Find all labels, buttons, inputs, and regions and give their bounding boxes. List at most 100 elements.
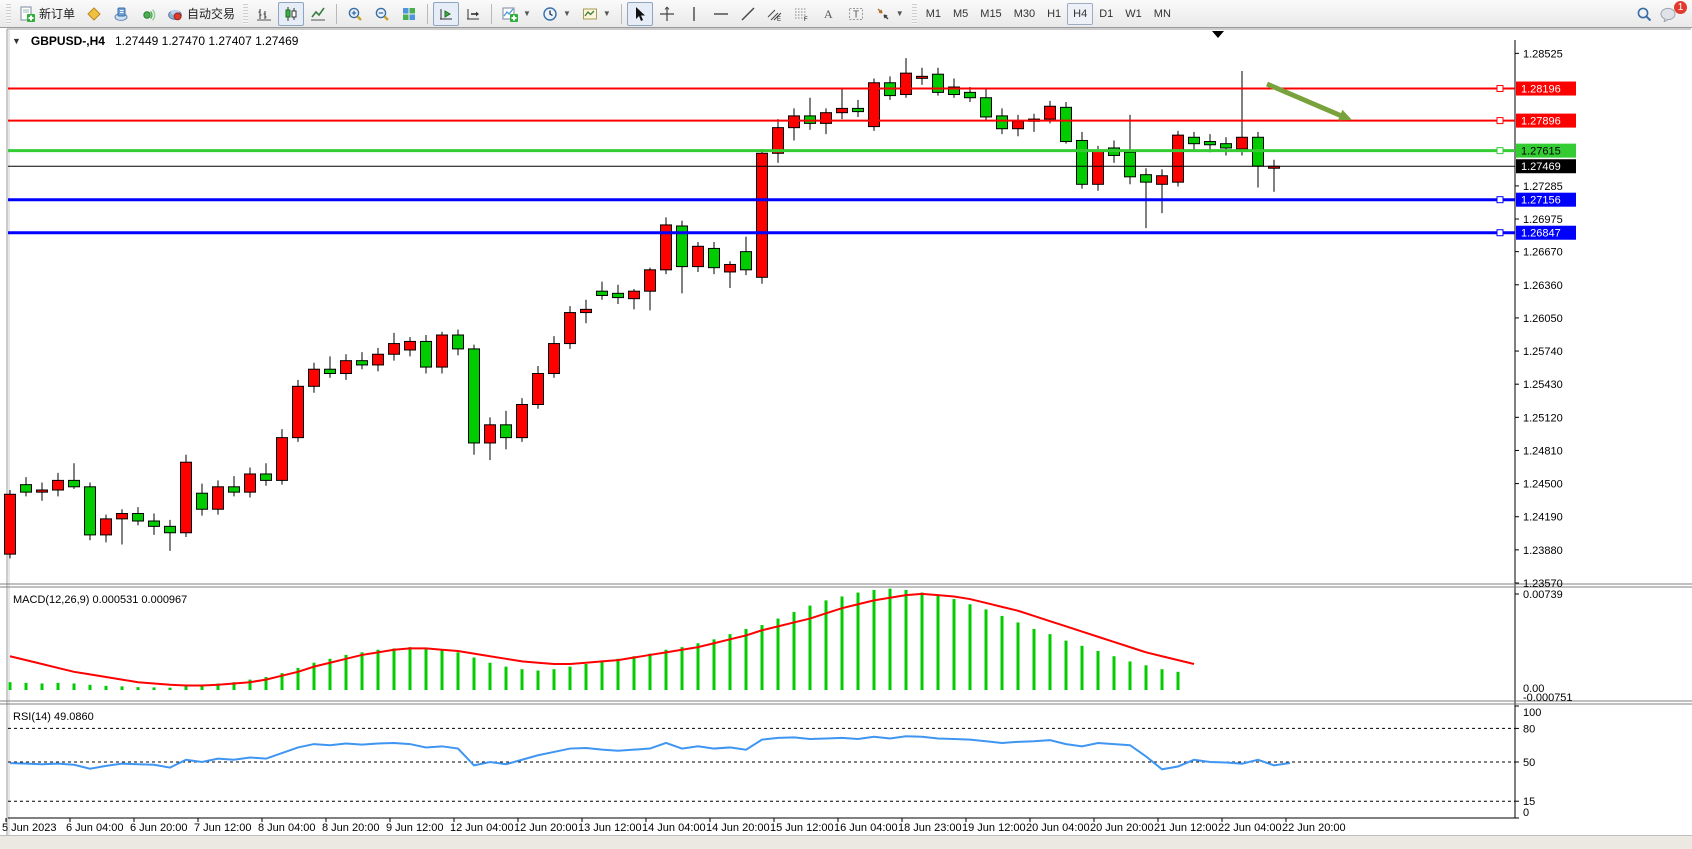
candle bbox=[485, 425, 496, 443]
svg-text:12 Jun 20:00: 12 Jun 20:00 bbox=[514, 822, 578, 834]
candle bbox=[645, 270, 656, 291]
toolbar-grip[interactable] bbox=[6, 4, 11, 24]
timeframe-w1[interactable]: W1 bbox=[1119, 3, 1148, 25]
svg-text:16 Jun 04:00: 16 Jun 04:00 bbox=[834, 822, 898, 834]
candle bbox=[53, 480, 64, 490]
arrows-dropdown-arrow[interactable]: ▼ bbox=[896, 9, 904, 18]
candle bbox=[1157, 176, 1168, 185]
candle bbox=[405, 341, 416, 350]
zoom-in-button[interactable] bbox=[342, 2, 368, 26]
svg-text:9 Jun 12:00: 9 Jun 12:00 bbox=[386, 822, 444, 834]
timeframe-h4[interactable]: H4 bbox=[1067, 3, 1093, 25]
crosshair-button[interactable] bbox=[654, 2, 680, 26]
bar-chart-button[interactable] bbox=[251, 2, 277, 26]
tile-windows-button[interactable] bbox=[396, 2, 422, 26]
candle bbox=[341, 361, 352, 374]
candle bbox=[213, 487, 224, 509]
candle bbox=[421, 341, 432, 367]
timeframe-mn[interactable]: MN bbox=[1148, 3, 1177, 25]
candle bbox=[149, 521, 160, 526]
indicators-dropdown-arrow[interactable]: ▼ bbox=[523, 9, 531, 18]
rsi-label: RSI(14) 49.0860 bbox=[13, 711, 94, 723]
svg-text:1.27469: 1.27469 bbox=[1521, 161, 1561, 173]
rsi-panel[interactable] bbox=[8, 706, 1519, 818]
zoom-out-icon bbox=[374, 6, 390, 22]
navigator-button[interactable] bbox=[135, 2, 161, 26]
candle bbox=[789, 116, 800, 128]
notifications-icon[interactable]: 1 bbox=[1660, 6, 1680, 22]
level-lines-group[interactable] bbox=[8, 82, 1576, 240]
toolbar-grip[interactable] bbox=[912, 4, 917, 24]
toolbar-grip[interactable] bbox=[243, 4, 248, 24]
svg-text:1.25740: 1.25740 bbox=[1523, 346, 1563, 358]
candle bbox=[197, 493, 208, 509]
trendline-icon bbox=[740, 6, 756, 22]
window-bottom-strip bbox=[0, 835, 1692, 849]
chart-shift-marker[interactable] bbox=[1212, 31, 1224, 38]
svg-text:22 Jun 20:00: 22 Jun 20:00 bbox=[1282, 822, 1346, 834]
trendline-button[interactable] bbox=[735, 2, 761, 26]
search-icon[interactable] bbox=[1636, 6, 1652, 22]
timeframe-d1[interactable]: D1 bbox=[1093, 3, 1119, 25]
svg-text:1.25120: 1.25120 bbox=[1523, 412, 1563, 424]
line-chart-button[interactable] bbox=[305, 2, 331, 26]
candlestick-chart-button[interactable] bbox=[278, 2, 304, 26]
templates-dropdown-arrow[interactable]: ▼ bbox=[603, 9, 611, 18]
svg-text:6 Jun 04:00: 6 Jun 04:00 bbox=[66, 822, 124, 834]
svg-text:7 Jun 12:00: 7 Jun 12:00 bbox=[194, 822, 252, 834]
candle bbox=[181, 462, 192, 533]
periods-dropdown-arrow[interactable]: ▼ bbox=[563, 9, 571, 18]
candle bbox=[1013, 121, 1024, 128]
fibonacci-button[interactable]: F bbox=[789, 2, 815, 26]
candle bbox=[357, 361, 368, 365]
horizontal-line-button[interactable] bbox=[708, 2, 734, 26]
timeframe-m1[interactable]: M1 bbox=[920, 3, 947, 25]
text-label-button[interactable]: T bbox=[843, 2, 869, 26]
vertical-line-button[interactable] bbox=[681, 2, 707, 26]
equidistant-channel-button[interactable]: E bbox=[762, 2, 788, 26]
macd-panel[interactable] bbox=[9, 589, 1520, 690]
text-button[interactable]: A bbox=[816, 2, 842, 26]
svg-text:18 Jun 23:00: 18 Jun 23:00 bbox=[898, 822, 962, 834]
timeframe-h1[interactable]: H1 bbox=[1041, 3, 1067, 25]
timeframe-m15[interactable]: M15 bbox=[974, 3, 1007, 25]
fibonacci-icon: F bbox=[794, 6, 810, 22]
candle bbox=[37, 490, 48, 492]
data-window-button[interactable] bbox=[108, 2, 134, 26]
templates-button[interactable]: ▼ bbox=[577, 2, 616, 26]
candle bbox=[933, 74, 944, 92]
svg-text:50: 50 bbox=[1523, 757, 1535, 769]
autotrading-button[interactable]: 自动交易 bbox=[162, 2, 240, 26]
timeframe-m30[interactable]: M30 bbox=[1008, 3, 1041, 25]
svg-text:1.26050: 1.26050 bbox=[1523, 313, 1563, 325]
equidistant-channel-icon: E bbox=[767, 6, 783, 22]
chart-menu-icon[interactable]: ▼ bbox=[12, 36, 21, 46]
indicators-button[interactable]: ▼ bbox=[497, 2, 536, 26]
candle bbox=[389, 344, 400, 355]
price-axis[interactable] bbox=[1515, 53, 1519, 583]
cursor-button[interactable] bbox=[627, 2, 653, 26]
candle bbox=[69, 480, 80, 486]
toolbar-separator bbox=[491, 4, 492, 24]
svg-text:1.28525: 1.28525 bbox=[1523, 48, 1563, 60]
svg-text:22 Jun 04:00: 22 Jun 04:00 bbox=[1218, 822, 1282, 834]
candle bbox=[965, 92, 976, 97]
svg-text:0.00739: 0.00739 bbox=[1523, 589, 1563, 601]
bar-chart-icon bbox=[256, 6, 272, 22]
zoom-out-button[interactable] bbox=[369, 2, 395, 26]
auto-scroll-button[interactable] bbox=[433, 2, 459, 26]
svg-text:8 Jun 04:00: 8 Jun 04:00 bbox=[258, 822, 316, 834]
svg-text:1.27285: 1.27285 bbox=[1523, 181, 1563, 193]
chart-shift-button[interactable] bbox=[460, 2, 486, 26]
line-chart-icon bbox=[310, 6, 326, 22]
chart-window[interactable]: 1.285251.272851.269751.266701.263601.260… bbox=[0, 28, 1692, 849]
arrows-button[interactable]: ▼ bbox=[870, 2, 909, 26]
svg-text:1.26670: 1.26670 bbox=[1523, 247, 1563, 259]
periods-button[interactable]: ▼ bbox=[537, 2, 576, 26]
chart-canvas[interactable]: 1.285251.272851.269751.266701.263601.260… bbox=[0, 28, 1692, 849]
timeframe-m5[interactable]: M5 bbox=[947, 3, 974, 25]
new-order-button[interactable]: 新订单 bbox=[14, 2, 80, 26]
candle bbox=[581, 309, 592, 312]
market-watch-button[interactable] bbox=[81, 2, 107, 26]
arrows-icon bbox=[875, 6, 891, 22]
